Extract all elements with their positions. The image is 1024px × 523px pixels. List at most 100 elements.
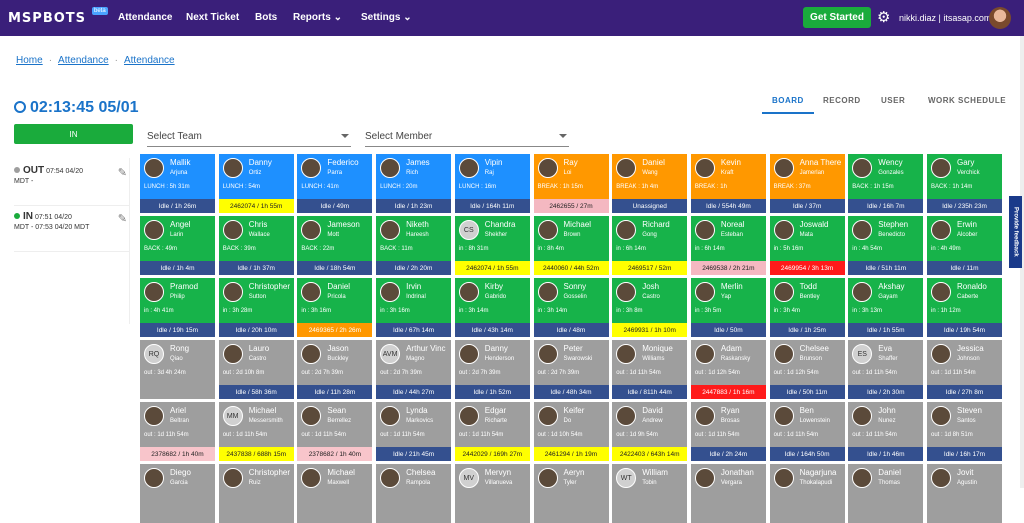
ticket-badge[interactable]: 2440060 / 44h 52m [533,261,609,275]
ticket-badge[interactable]: 2437838 / 688h 15m [218,447,294,461]
member-card[interactable]: Diego Garcia [140,464,215,523]
ticket-badge[interactable]: Idle / 164h 50m [769,447,845,461]
breadcrumb-home[interactable]: Home [16,55,43,66]
ticket-badge[interactable]: Idle / 37m [769,199,845,213]
provide-feedback-tab[interactable]: Provide feedback [1009,196,1022,268]
ticket-badge[interactable]: Idle / 50m [690,323,766,337]
breadcrumb-attendance[interactable]: Attendance [58,55,109,66]
ticket-badge[interactable]: Idle / 2h 24m [690,447,766,461]
ticket-badge[interactable]: Idle / 11h 28m [297,385,373,399]
ticket-badge[interactable]: Idle / 1h 52m [454,385,530,399]
ticket-badge[interactable]: Idle / 2h 30m [848,385,924,399]
ticket-badge[interactable]: Idle / 11m [927,261,1002,275]
ticket-badge[interactable]: Idle / 1h 37m [218,261,294,275]
ticket-badge[interactable]: Unassigned [612,199,688,213]
ticket-badge[interactable]: Idle / 554h 49m [690,199,766,213]
edit-icon[interactable]: ✎ [118,168,127,179]
ticket-badge[interactable]: Idle / 235h 23m [927,199,1002,213]
ticket-badge[interactable]: Idle / 1h 25m [769,323,845,337]
member-card[interactable]: AVM Arthur Vinc Magno out : 2d 7h 39m Idle /… [376,340,452,399]
member-card[interactable]: Anna There Jamerlan BREAK : 37m Idle / 37m [769,154,845,213]
member-card[interactable]: Nagarjuna Thokalapudi [769,464,845,523]
member-card[interactable]: David Andrew out : 1d 9h 54m 2422403 / 643h… [612,402,688,461]
nav-bots[interactable]: Bots [255,12,277,23]
nav-next-ticket[interactable]: Next Ticket [186,12,239,23]
tab-work-schedule[interactable]: WORK SCHEDULE [928,96,1006,105]
breadcrumb-attendance-current[interactable]: Attendance [124,55,175,66]
member-card[interactable]: Noreal Esteban in : 6h 14m 2469538 / 2h 21m [690,216,766,275]
member-card[interactable]: Keifer Do out : 1d 10h 54m 2461294 / 1h 19m [533,402,609,461]
member-card[interactable]: Richard Gong in : 6h 14m 2469517 / 52m [612,216,688,275]
ticket-badge[interactable]: Idle / 50h 11m [769,385,845,399]
logo[interactable]: MSPBOTS [8,11,86,26]
ticket-badge[interactable]: Idle / 48h 34m [533,385,609,399]
member-card[interactable]: Lynda Markovics out : 1d 11h 54m Idle / 21h… [376,402,452,461]
ticket-badge[interactable]: 2447883 / 1h 16m [690,385,766,399]
member-card[interactable]: Jonathan Vergara [690,464,766,523]
member-card[interactable]: Vipin Raj LUNCH : 16m Idle / 164h 11m [454,154,530,213]
member-card[interactable]: Ray Loi BREAK : 1h 15m 2462655 / 27m [533,154,609,213]
member-card[interactable]: Michael Brown in : 8h 4m 2440060 / 44h 52m [533,216,609,275]
member-card[interactable]: Irvin Indrinal in : 3h 16m Idle / 67h 14m [376,278,452,337]
member-card[interactable]: Stephen Benedicto in : 4h 54m Idle / 51h 11… [848,216,924,275]
ticket-badge[interactable]: Idle / 48m [533,323,609,337]
member-card[interactable]: Adam Raskansky out : 1d 12h 54m 2447883 / 1… [690,340,766,399]
member-card[interactable]: Monique Williams out : 1d 11h 54m Idle / 81… [612,340,688,399]
ticket-badge[interactable]: 2462074 / 1h 55m [454,261,530,275]
ticket-badge[interactable]: Idle / 51h 11m [848,261,924,275]
member-card[interactable]: Mallik Arjuna LUNCH : 5h 31m Idle / 1h 26m [140,154,215,213]
member-card[interactable]: MM Michael Messersmith out : 1d 11h 54m 2437… [218,402,294,461]
member-card[interactable]: MV Mervyn Villanueva [454,464,530,523]
member-card[interactable]: Jameson Mott BACK : 22m Idle / 18h 54m [297,216,373,275]
ticket-badge[interactable]: 2378682 / 1h 40m [140,447,215,461]
member-card[interactable]: Jessica Johnson out : 1d 11h 54m Idle / 27h… [927,340,1002,399]
gear-icon[interactable]: ⚙ [877,9,890,26]
ticket-badge[interactable]: Idle / 27h 8m [927,385,1002,399]
member-card[interactable]: Federico Parra LUNCH : 41m Idle / 49m [297,154,373,213]
member-card[interactable]: Akshay Gayam in : 3h 13m Idle / 1h 55m [848,278,924,337]
member-card[interactable]: RQ Rong Qiao out : 3d 4h 24m [140,340,215,399]
ticket-badge[interactable]: 2469931 / 1h 10m [612,323,688,337]
ticket-badge[interactable]: Idle / 67h 14m [376,323,452,337]
member-card[interactable]: Jason Buckley out : 2d 7h 39m Idle / 11h 28… [297,340,373,399]
member-card[interactable]: Wency Gonzales BACK : 1h 15m Idle / 16h 7m [848,154,924,213]
ticket-badge[interactable]: Idle / 1h 23m [376,199,452,213]
member-card[interactable]: Pramod Philip in : 4h 41m Idle / 19h 15m [140,278,215,337]
member-card[interactable]: Steven Santos out : 1d 8h 51m Idle / 16h 17… [927,402,1002,461]
ticket-badge[interactable]: Idle / 1h 26m [140,199,215,213]
ticket-badge[interactable]: Idle / 1h 55m [848,323,924,337]
member-card[interactable]: John Nunez out : 1d 11h 54m Idle / 1h 46m [848,402,924,461]
clock-in-button[interactable]: IN [14,124,133,144]
member-card[interactable]: James Rich LUNCH : 20m Idle / 1h 23m [376,154,452,213]
member-card[interactable]: Lauro Castro out : 2d 10h 8m Idle / 58h 36m [218,340,294,399]
member-card[interactable]: Todd Bentley in : 3h 4m Idle / 1h 25m [769,278,845,337]
select-member-dropdown[interactable]: Select Member [365,131,569,147]
ticket-badge[interactable]: 2469954 / 3h 13m [769,261,845,275]
member-card[interactable]: Sean Berrellez out : 1d 11h 54m 2378682 / 1… [297,402,373,461]
member-card[interactable]: Christopher Sutton in : 3h 28m Idle / 20h 1… [218,278,294,337]
member-card[interactable]: Joswald Mata in : 5h 16m 2469954 / 3h 13m [769,216,845,275]
ticket-badge[interactable]: Idle / 21h 45m [376,447,452,461]
ticket-badge[interactable]: Idle / 43h 14m [454,323,530,337]
member-card[interactable]: Aeryn Tyler [533,464,609,523]
member-card[interactable]: Erwin Alcober in : 4h 49m Idle / 11m [927,216,1002,275]
nav-settings[interactable]: Settings ⌄ [361,12,412,23]
member-card[interactable]: Ariel Beltran out : 1d 11h 54m 2378682 / 1h… [140,402,215,461]
member-card[interactable]: Chelsee Brunson out : 1d 12h 54m Idle / 50h… [769,340,845,399]
user-avatar[interactable] [989,7,1011,29]
ticket-badge[interactable]: Idle / 20h 10m [218,323,294,337]
ticket-badge[interactable]: Idle / 164h 11m [454,199,530,213]
ticket-badge[interactable]: Idle / 58h 36m [218,385,294,399]
member-card[interactable]: Gary Verchick BACK : 1h 14m Idle / 235h 23m [927,154,1002,213]
ticket-badge[interactable]: Idle / 16h 17m [927,447,1002,461]
member-card[interactable]: Michael Maxwell [297,464,373,523]
ticket-badge[interactable]: 2422403 / 643h 14m [612,447,688,461]
tab-board[interactable]: BOARD [772,96,804,105]
member-card[interactable]: Kirby Gabrido in : 3h 14m Idle / 43h 14m [454,278,530,337]
member-card[interactable]: Jovit Agustin [927,464,1002,523]
member-card[interactable]: Daniel Pricola in : 3h 16m 2469365 / 2h 26m [297,278,373,337]
member-card[interactable]: Chelsea Rampola [376,464,452,523]
member-card[interactable]: Niketh Hareesh BACK : 11m Idle / 2h 20m [376,216,452,275]
user-name[interactable]: nikki.diaz | itsasap.com [899,13,991,23]
tab-record[interactable]: RECORD [823,96,861,105]
